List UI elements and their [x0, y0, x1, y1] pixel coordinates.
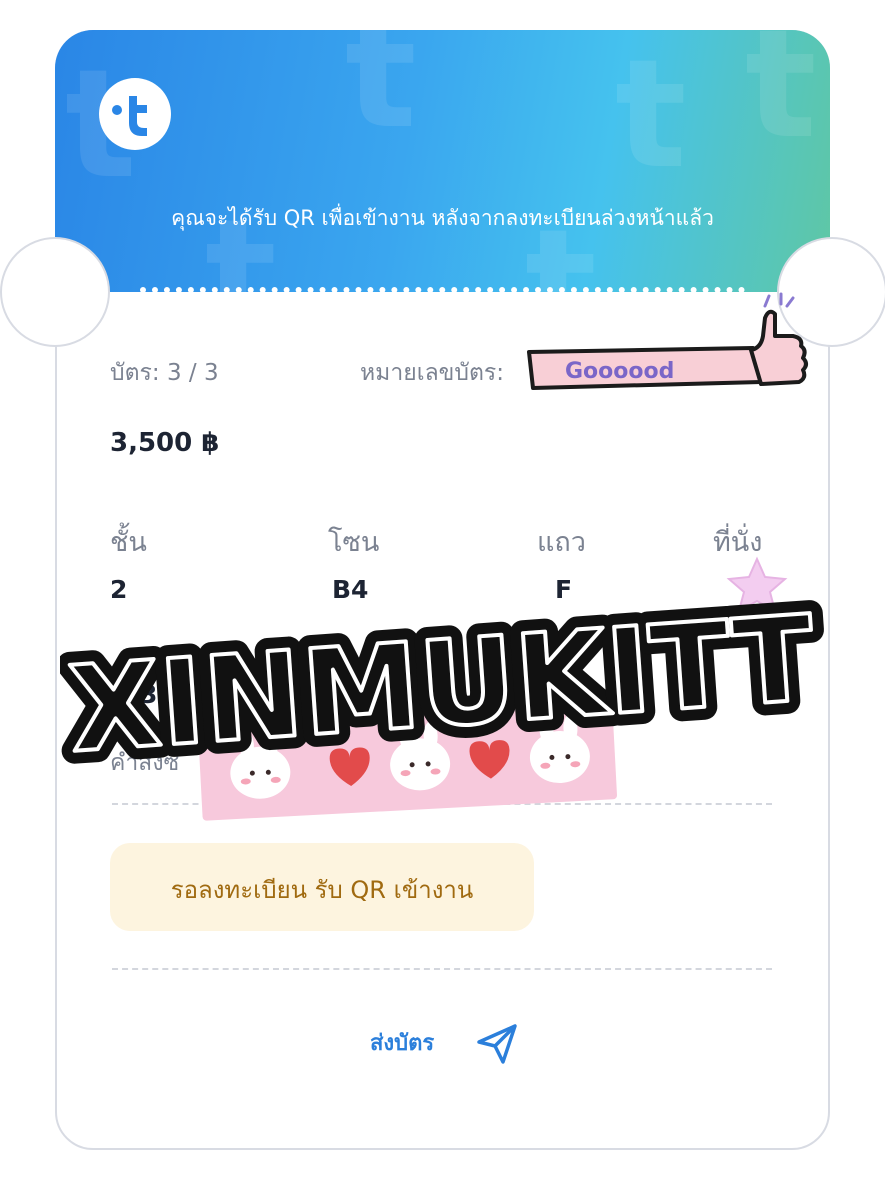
- xinmukitt-sticker: XINMUKITT XINMUKITT: [52, 576, 832, 792]
- ticket-number-label: หมายเลขบัตร:: [360, 360, 505, 386]
- thumbs-up-sticker: Goooood: [525, 290, 815, 404]
- divider: [112, 968, 772, 970]
- row-label: แถว: [537, 527, 586, 558]
- ticket-header: t t t t t t คุณจะได้รับ QR เพื่อเข้างาน …: [55, 30, 830, 292]
- ticket-price: 3,500 ฿: [110, 428, 220, 458]
- ticket-count-label: บัตร: 3 / 3: [110, 360, 219, 386]
- xinmukitt-text: XINMUKITT: [65, 600, 819, 775]
- status-badge: รอลงทะเบียน รับ QR เข้างาน: [110, 843, 534, 931]
- send-ticket-button[interactable]: ส่งบัตร: [370, 1025, 434, 1065]
- floor-label: ชั้น: [110, 527, 147, 558]
- status-badge-text: รอลงทะเบียน รับ QR เข้างาน: [170, 876, 474, 904]
- thumbs-up-sticker-text: Goooood: [565, 359, 674, 384]
- zone-label: โซน: [328, 527, 380, 558]
- ticket-brand-logo-icon: [99, 78, 171, 150]
- paper-plane-icon[interactable]: [475, 1022, 519, 1070]
- ticket-notch-left: [0, 237, 110, 347]
- header-notice: คุณจะได้รับ QR เพื่อเข้างาน หลังจากลงทะเ…: [171, 206, 714, 230]
